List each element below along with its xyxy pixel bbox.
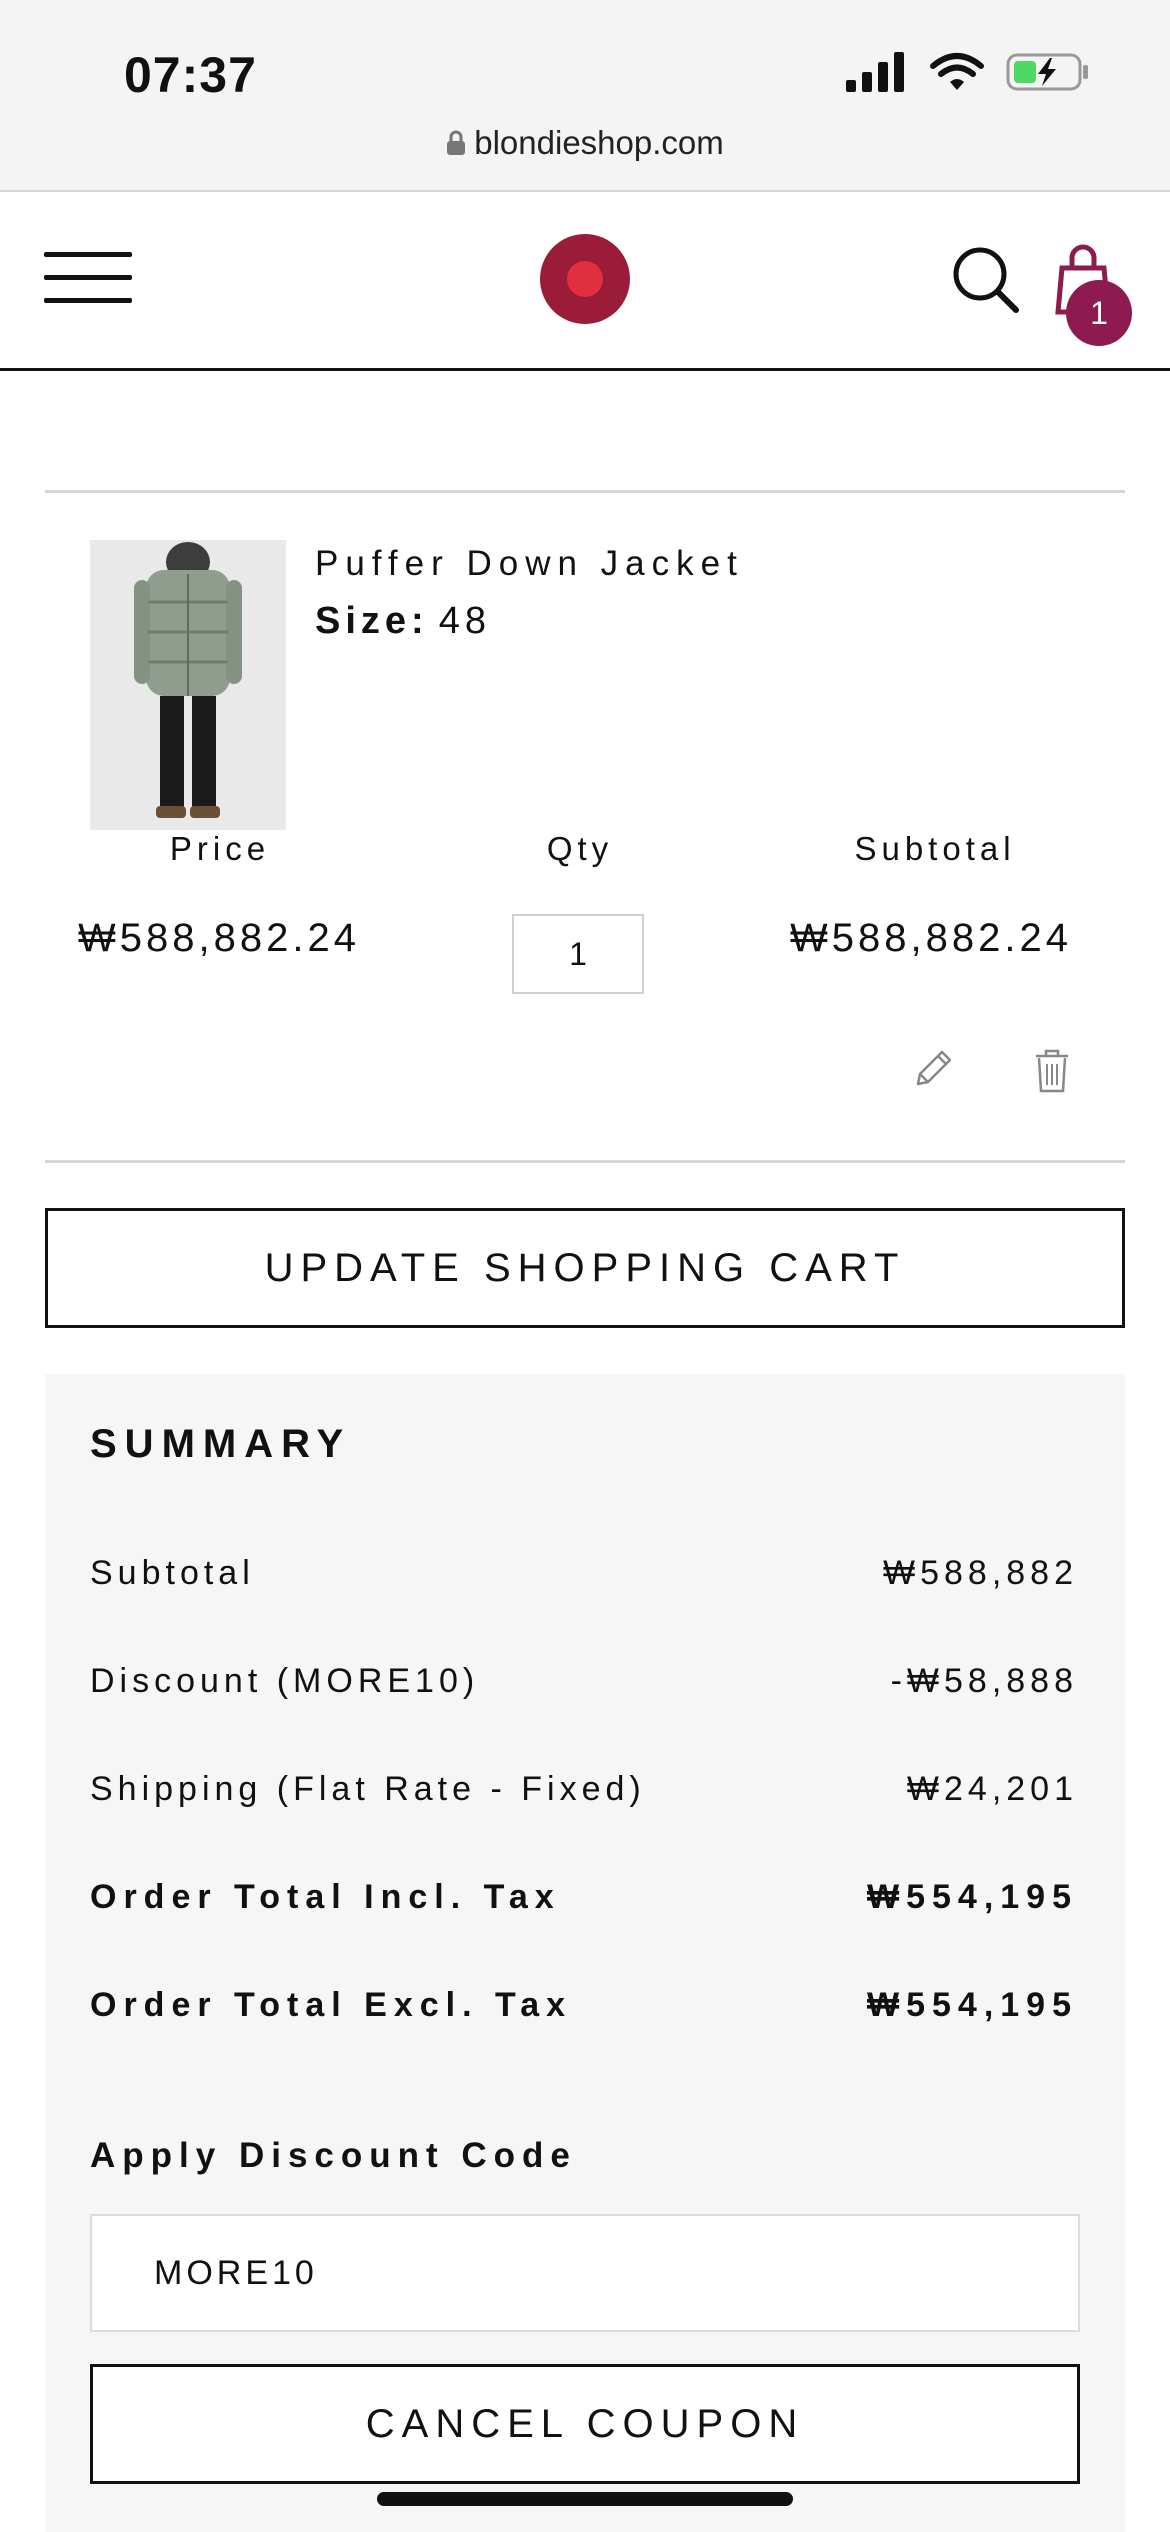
row-value: -₩58,888 (890, 1662, 1078, 1700)
site-header: 1 (0, 192, 1170, 371)
row-value: ₩588,882 (883, 1554, 1078, 1592)
item-subtotal: ₩588,882.24 (790, 916, 1072, 960)
signal-icon (846, 52, 904, 92)
menu-icon[interactable] (44, 252, 132, 306)
divider (45, 1160, 1125, 1163)
row-label: Subtotal (90, 1554, 255, 1592)
summary-row-total-excl-tax: Order Total Excl. Tax ₩554,195 (90, 1986, 1078, 2025)
cancel-coupon-button[interactable]: CANCEL COUPON (90, 2364, 1080, 2484)
search-icon[interactable] (950, 244, 1020, 314)
size-value: 48 (438, 600, 491, 642)
summary-row-shipping: Shipping (Flat Rate - Fixed) ₩24,201 (90, 1770, 1078, 1809)
trash-icon[interactable] (1032, 1048, 1072, 1094)
price-label: Price (169, 830, 271, 867)
address-bar[interactable]: blondieshop.com (0, 124, 1170, 162)
jacket-product-photo (90, 540, 286, 830)
row-label: Discount (MORE10) (90, 1662, 480, 1700)
status-bar: 07:37 blondieshop.com (0, 0, 1170, 192)
url-text: blondieshop.com (474, 124, 724, 161)
clock: 07:37 (124, 47, 257, 103)
summary-row-discount: Discount (MORE10) -₩58,888 (90, 1662, 1078, 1701)
row-label: Order Total Incl. Tax (90, 1878, 561, 1916)
order-summary: SUMMARY Subtotal ₩588,882 Discount (MORE… (45, 1374, 1125, 2532)
row-value: ₩24,201 (906, 1770, 1078, 1808)
row-value: ₩554,195 (867, 1878, 1078, 1916)
summary-row-subtotal: Subtotal ₩588,882 (90, 1554, 1078, 1593)
quantity-input[interactable]: 1 (512, 914, 644, 994)
divider (45, 490, 1125, 493)
home-indicator[interactable] (377, 2492, 793, 2506)
product-image[interactable] (90, 540, 286, 830)
summary-row-total-incl-tax: Order Total Incl. Tax ₩554,195 (90, 1878, 1078, 1917)
discount-code-label: Apply Discount Code (90, 2136, 577, 2175)
pencil-icon[interactable] (910, 1046, 956, 1092)
row-value: ₩554,195 (867, 1986, 1078, 2024)
row-label: Order Total Excl. Tax (90, 1986, 573, 2024)
product-name[interactable]: Puffer Down Jacket (315, 544, 744, 584)
discount-code-input[interactable]: MORE10 (90, 2214, 1080, 2332)
update-cart-button[interactable]: UPDATE SHOPPING CART (45, 1208, 1125, 1328)
cart-count-badge[interactable]: 1 (1066, 280, 1132, 346)
status-icons (846, 52, 1090, 92)
wifi-icon (930, 53, 984, 90)
lock-icon (447, 130, 466, 155)
row-label: Shipping (Flat Rate - Fixed) (90, 1770, 646, 1808)
product-size: Size: 48 (315, 600, 491, 643)
battery-charging-icon (1006, 53, 1088, 91)
summary-title: SUMMARY (90, 1422, 352, 1466)
logo[interactable] (540, 234, 630, 324)
subtotal-label: Subtotal (854, 830, 1016, 867)
qty-label: Qty (546, 830, 614, 867)
size-label: Size: (315, 600, 429, 642)
item-price: ₩588,882.24 (78, 916, 360, 960)
